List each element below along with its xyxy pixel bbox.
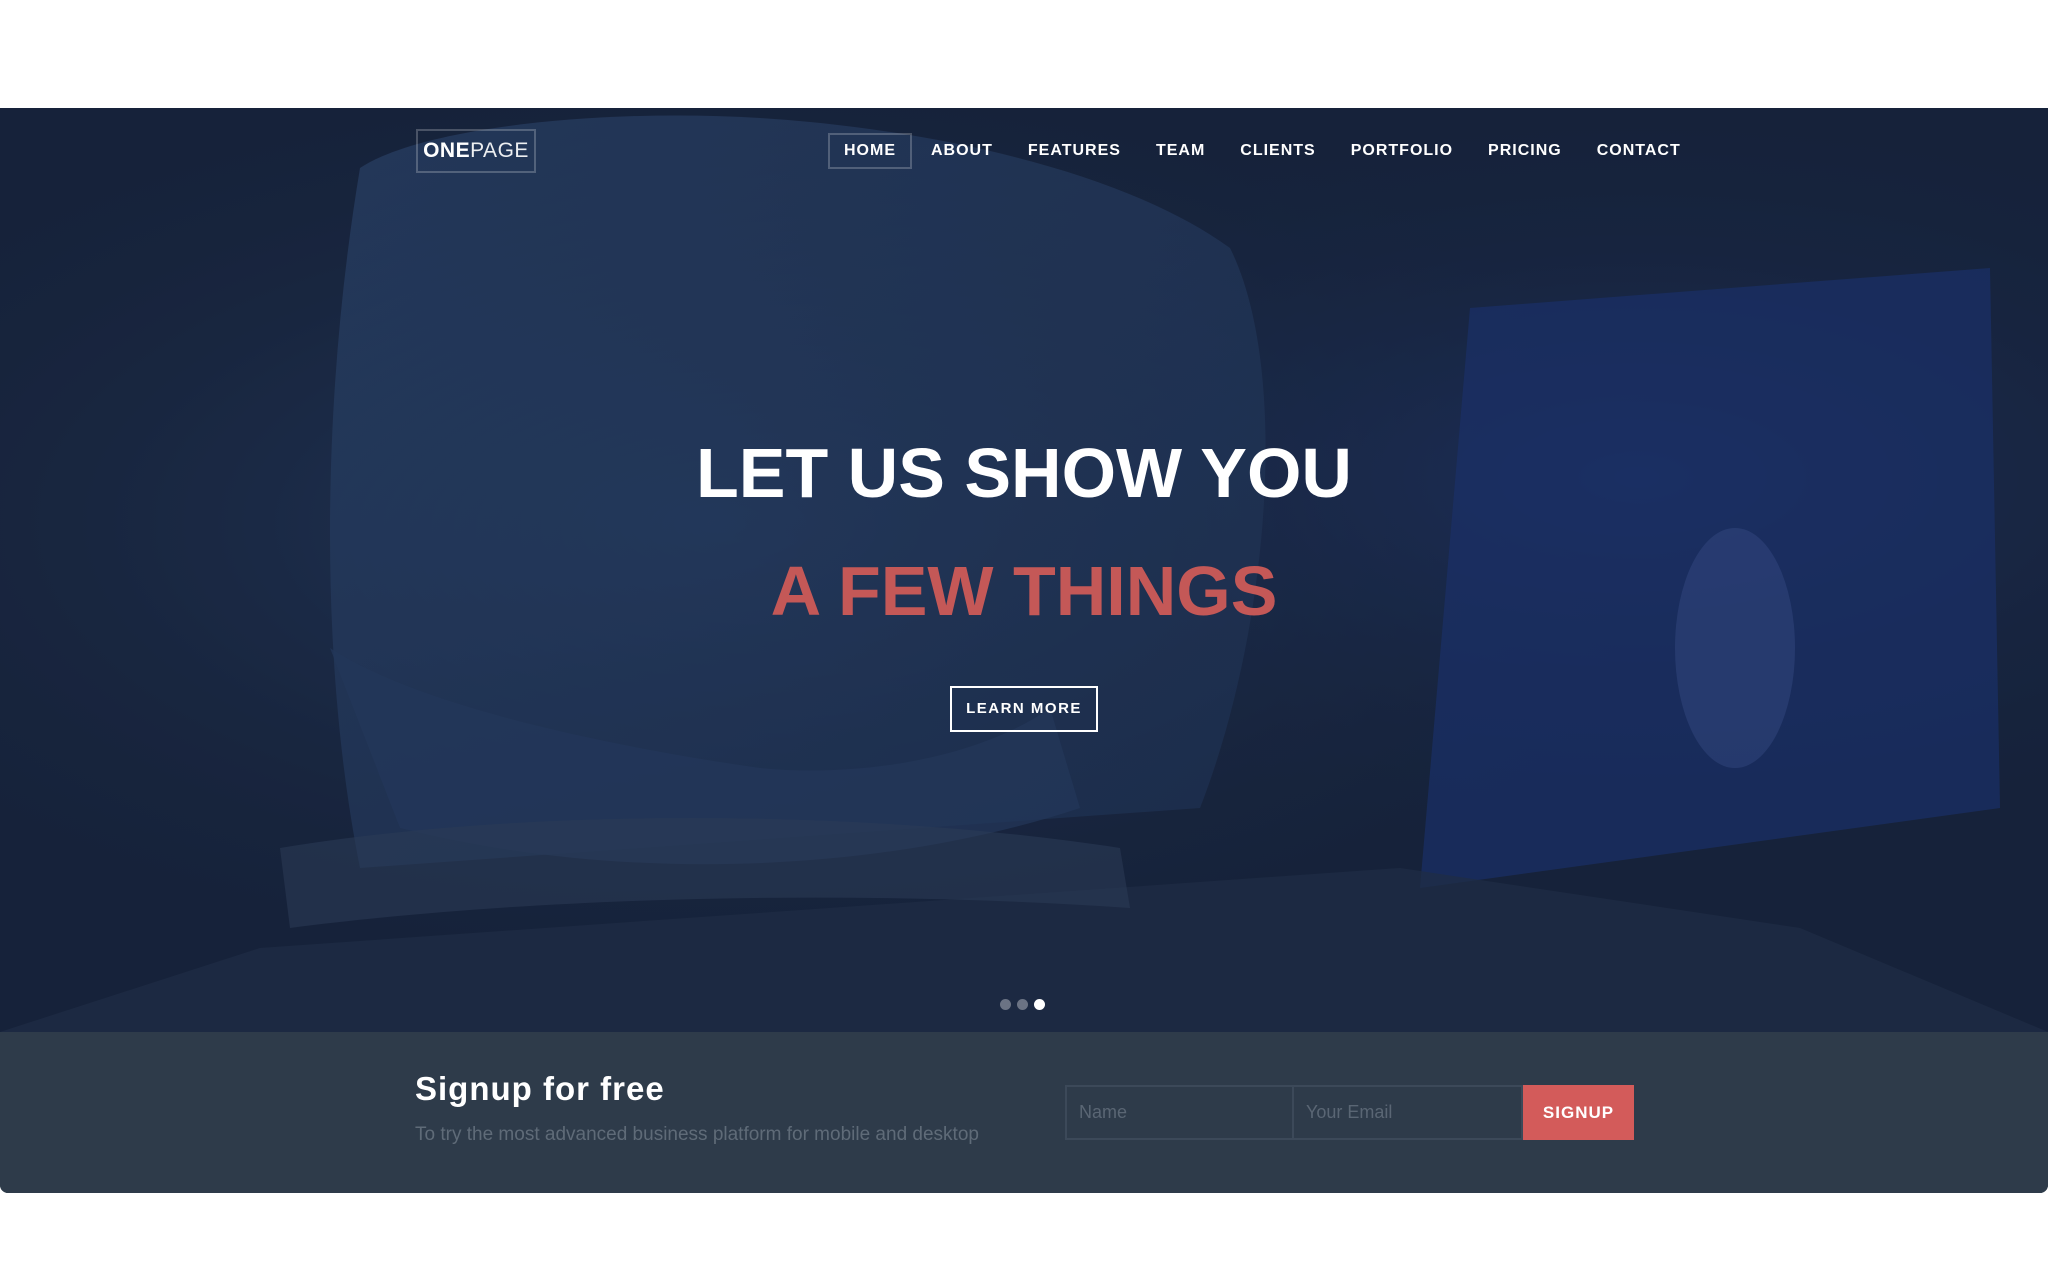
hero-section: ONEPAGE HOME ABOUT FEATURES TEAM CLIENTS… [0, 108, 2048, 1032]
signup-section: Signup for free To try the most advanced… [0, 1032, 2048, 1193]
logo-light-text: PAGE [470, 139, 529, 162]
email-field[interactable] [1294, 1085, 1523, 1140]
slider-dot-active[interactable] [1034, 999, 1045, 1010]
nav-item-pricing[interactable]: PRICING [1472, 133, 1578, 169]
slider-dot[interactable] [1017, 999, 1028, 1010]
hero-subtitle: A FEW THINGS [770, 552, 1278, 630]
nav-item-team[interactable]: TEAM [1140, 133, 1221, 169]
slider-dot[interactable] [1000, 999, 1011, 1010]
signup-subtitle: To try the most advanced business platfo… [415, 1124, 979, 1145]
signup-form: SIGNUP [1065, 1085, 1634, 1140]
signup-title: Signup for free [415, 1070, 665, 1107]
nav-item-home[interactable]: HOME [828, 133, 912, 169]
nav-item-clients[interactable]: CLIENTS [1224, 133, 1331, 169]
logo-bold-text: ONE [423, 139, 471, 162]
landing-page: ONEPAGE HOME ABOUT FEATURES TEAM CLIENTS… [0, 108, 2048, 1193]
signup-button[interactable]: SIGNUP [1523, 1085, 1634, 1140]
main-nav: HOME ABOUT FEATURES TEAM CLIENTS PORTFOL… [828, 133, 1700, 169]
nav-item-about[interactable]: ABOUT [915, 133, 1009, 169]
brand-logo[interactable]: ONEPAGE [416, 129, 536, 173]
slider-pagination [1000, 999, 1045, 1010]
hero-title: LET US SHOW YOU [696, 434, 1352, 512]
nav-item-features[interactable]: FEATURES [1012, 133, 1137, 169]
nav-item-portfolio[interactable]: PORTFOLIO [1335, 133, 1469, 169]
nav-item-contact[interactable]: CONTACT [1581, 133, 1697, 169]
learn-more-button[interactable]: LEARN MORE [950, 686, 1098, 732]
name-field[interactable] [1065, 1085, 1294, 1140]
